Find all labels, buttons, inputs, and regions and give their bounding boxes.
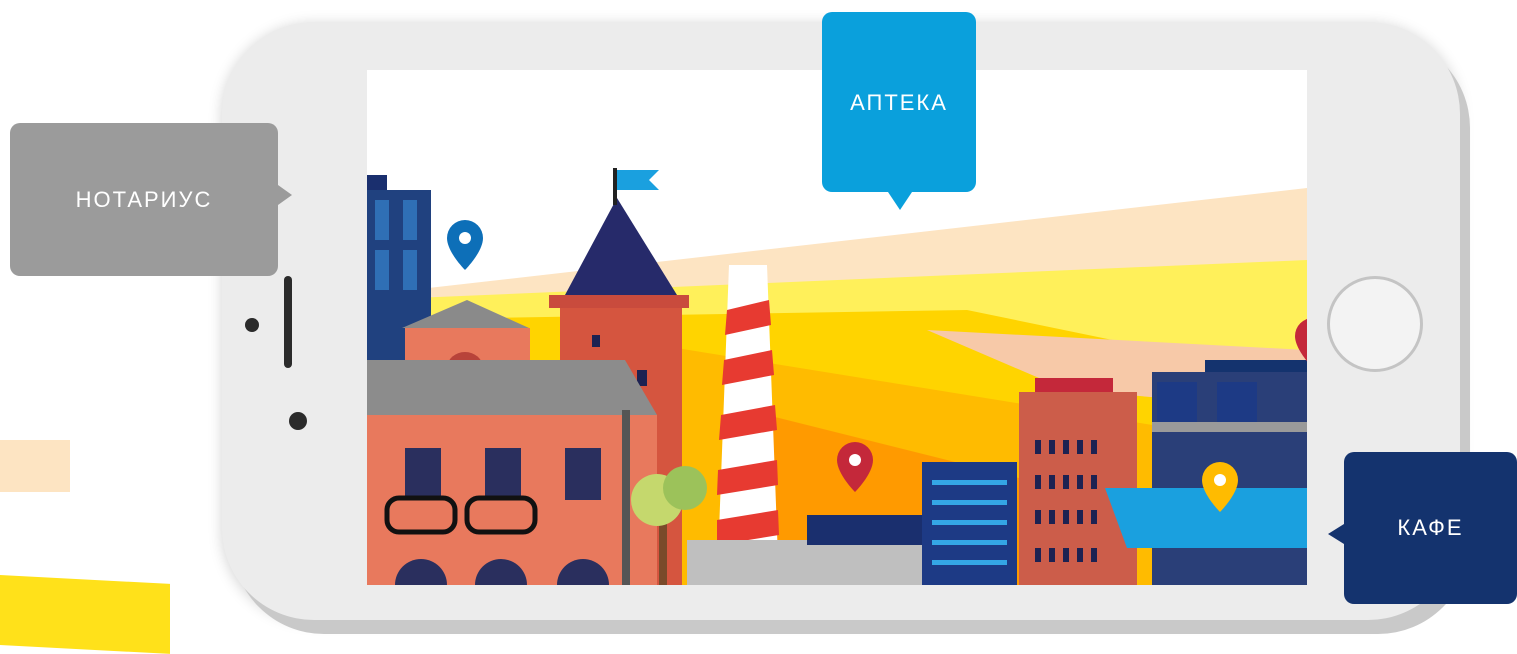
window [375,250,389,290]
building-red-top [1035,378,1113,392]
tower-ledge [549,295,689,308]
stripe [932,520,1007,525]
pharmacy-label: АПТЕКА [850,90,948,115]
notary-callout: НОТАРИУС [10,123,292,276]
tower-window [592,335,600,347]
window [565,448,601,500]
cafe-callout: КАФЕ [1328,452,1517,604]
window [403,200,417,240]
lamp-post [622,410,630,585]
background-stripe-yellow [0,575,170,654]
stripe [932,560,1007,565]
low-roof [807,515,927,545]
phone-camera-dot [289,412,307,430]
window [375,200,389,240]
home-button[interactable] [1327,276,1423,372]
cafe-awning [1105,488,1307,548]
main-house-roof [367,360,657,415]
cafe-label: КАФЕ [1397,515,1464,540]
background-stripe-peach [0,440,70,492]
flag-icon [617,170,659,190]
tree [663,466,707,510]
window [405,448,441,500]
stripe [932,480,1007,485]
stripe [932,540,1007,545]
phone-speaker-slot [284,276,292,368]
window [1217,382,1257,422]
pharmacy-callout: АПТЕКА [822,12,976,210]
notary-label: НОТАРИУС [75,186,213,212]
window [485,448,521,500]
ledge [1152,422,1307,432]
bridge [687,540,927,585]
window [1157,382,1197,422]
stripe [932,500,1007,505]
window [403,250,417,290]
map-pin-blue-icon[interactable] [447,220,483,270]
phone-speaker-dot [245,318,259,332]
tower-roof [565,198,677,295]
